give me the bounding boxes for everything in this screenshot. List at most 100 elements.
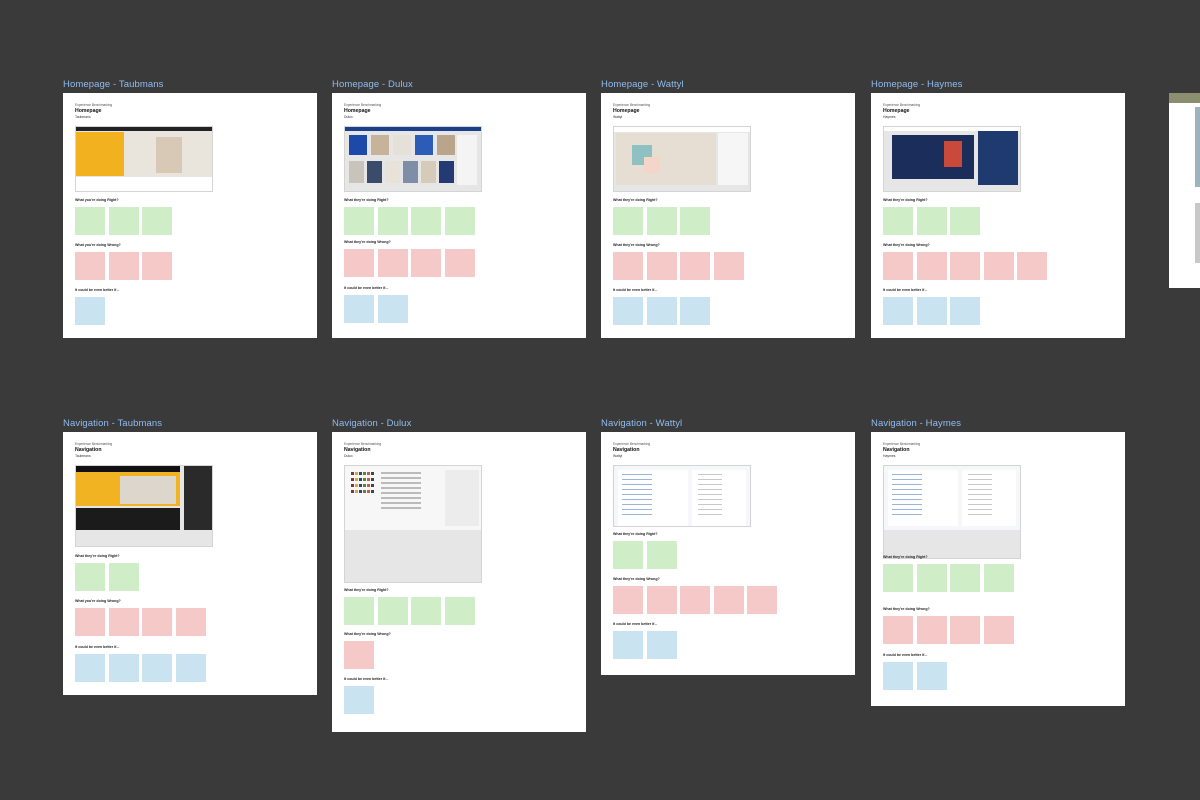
sticky-note[interactable] xyxy=(344,641,374,669)
sticky-note[interactable] xyxy=(75,252,105,280)
sticky-note[interactable] xyxy=(613,586,643,614)
sticky-note[interactable] xyxy=(344,295,374,323)
sticky-note[interactable] xyxy=(142,252,172,280)
frame-label[interactable]: Homepage - Dulux xyxy=(332,79,413,90)
artboard-frame[interactable]: Experience Benchmarking Navigation Dulux Wh… xyxy=(332,432,586,732)
artboard-frame[interactable]: Experience Benchmarking Homepage Wattyl Wha… xyxy=(601,93,855,338)
sticky-note[interactable] xyxy=(377,249,408,277)
shot-line xyxy=(698,474,722,476)
sticky-note[interactable] xyxy=(950,207,980,235)
sticky-note[interactable] xyxy=(883,297,913,325)
sticky-note[interactable] xyxy=(1017,252,1047,280)
sticky-note[interactable] xyxy=(646,631,677,659)
artboard-frame[interactable]: Experience Benchmarking Homepage Haymes Wha… xyxy=(871,93,1125,338)
shot-line xyxy=(698,514,722,516)
sticky-note[interactable] xyxy=(916,662,947,690)
sticky-note[interactable] xyxy=(983,252,1014,280)
frame-label[interactable]: Navigation - Haymes xyxy=(871,418,961,429)
sticky-note[interactable] xyxy=(713,252,744,280)
frame-label[interactable]: Navigation - Taubmans xyxy=(63,418,162,429)
sticky-note[interactable] xyxy=(444,597,475,625)
sticky-note[interactable] xyxy=(444,249,475,277)
sticky-note[interactable] xyxy=(142,207,172,235)
sticky-note[interactable] xyxy=(646,207,677,235)
sticky-note[interactable] xyxy=(411,207,441,235)
sticky-note[interactable] xyxy=(613,541,643,569)
sticky-note[interactable] xyxy=(883,564,913,592)
sticky-note[interactable] xyxy=(377,597,408,625)
sticky-note[interactable] xyxy=(75,297,105,325)
sticky-note[interactable] xyxy=(950,252,980,280)
sticky-note[interactable] xyxy=(175,608,206,636)
sticky-note[interactable] xyxy=(108,563,139,591)
sticky-note[interactable] xyxy=(950,616,980,644)
shot-line xyxy=(381,497,421,499)
sticky-note[interactable] xyxy=(916,616,947,644)
sticky-note[interactable] xyxy=(108,608,139,636)
sticky-note[interactable] xyxy=(75,608,105,636)
sticky-note[interactable] xyxy=(916,297,947,325)
artboard-frame[interactable]: Experience Benchmarking Homepage Dulux What… xyxy=(332,93,586,338)
sticky-note[interactable] xyxy=(108,654,139,682)
sticky-note[interactable] xyxy=(175,654,206,682)
shot-line xyxy=(892,479,922,481)
sticky-note[interactable] xyxy=(75,207,105,235)
sticky-note[interactable] xyxy=(646,586,677,614)
shot-line xyxy=(892,489,922,491)
sticky-note[interactable] xyxy=(613,631,643,659)
sticky-note[interactable] xyxy=(680,252,710,280)
sticky-note[interactable] xyxy=(883,616,913,644)
sticky-note[interactable] xyxy=(883,252,913,280)
sticky-note[interactable] xyxy=(983,564,1014,592)
sticky-note[interactable] xyxy=(75,654,105,682)
shot-swatch xyxy=(367,484,370,487)
sticky-note[interactable] xyxy=(613,297,643,325)
shot-strip xyxy=(76,177,212,191)
sticky-note[interactable] xyxy=(950,297,980,325)
frame-brand: Taubmans xyxy=(75,115,91,119)
sticky-note[interactable] xyxy=(646,541,677,569)
sticky-note[interactable] xyxy=(646,252,677,280)
sticky-note[interactable] xyxy=(646,297,677,325)
artboard-frame[interactable]: Experience Benchmarking Homepage Taubmans W… xyxy=(63,93,317,338)
sticky-note[interactable] xyxy=(613,252,643,280)
shot-line xyxy=(892,474,922,476)
sticky-note[interactable] xyxy=(680,586,710,614)
sticky-note[interactable] xyxy=(344,686,374,714)
shot-tile xyxy=(439,161,454,183)
sticky-note[interactable] xyxy=(444,207,475,235)
sticky-note[interactable] xyxy=(344,249,374,277)
sticky-note[interactable] xyxy=(680,207,710,235)
sticky-note[interactable] xyxy=(613,207,643,235)
sticky-note[interactable] xyxy=(411,597,441,625)
artboard-frame[interactable]: Experience Benchmarking Navigation Wattyl W… xyxy=(601,432,855,675)
frame-label[interactable]: Navigation - Wattyl xyxy=(601,418,682,429)
sticky-note[interactable] xyxy=(916,207,947,235)
sticky-note[interactable] xyxy=(108,207,139,235)
sticky-note[interactable] xyxy=(680,297,710,325)
sticky-note[interactable] xyxy=(916,252,947,280)
sticky-note[interactable] xyxy=(344,207,374,235)
artboard-frame[interactable]: Experience Benchmarking Navigation Taubman… xyxy=(63,432,317,695)
artboard-frame[interactable]: Experience Benchmarking Navigation Haymes W… xyxy=(871,432,1125,706)
sticky-note[interactable] xyxy=(950,564,980,592)
sticky-note[interactable] xyxy=(344,597,374,625)
sticky-note[interactable] xyxy=(377,295,408,323)
frame-label[interactable]: Homepage - Haymes xyxy=(871,79,962,90)
sticky-note[interactable] xyxy=(142,654,172,682)
offscreen-frame-peek[interactable] xyxy=(1169,93,1200,288)
sticky-note[interactable] xyxy=(713,586,744,614)
sticky-note[interactable] xyxy=(747,586,777,614)
sticky-note[interactable] xyxy=(142,608,172,636)
sticky-note[interactable] xyxy=(377,207,408,235)
frame-label[interactable]: Homepage - Taubmans xyxy=(63,79,163,90)
sticky-note[interactable] xyxy=(108,252,139,280)
sticky-note[interactable] xyxy=(916,564,947,592)
sticky-note[interactable] xyxy=(883,207,913,235)
sticky-note[interactable] xyxy=(411,249,441,277)
sticky-note[interactable] xyxy=(983,616,1014,644)
sticky-note[interactable] xyxy=(883,662,913,690)
frame-label[interactable]: Homepage - Wattyl xyxy=(601,79,684,90)
sticky-note[interactable] xyxy=(75,563,105,591)
frame-label[interactable]: Navigation - Dulux xyxy=(332,418,411,429)
